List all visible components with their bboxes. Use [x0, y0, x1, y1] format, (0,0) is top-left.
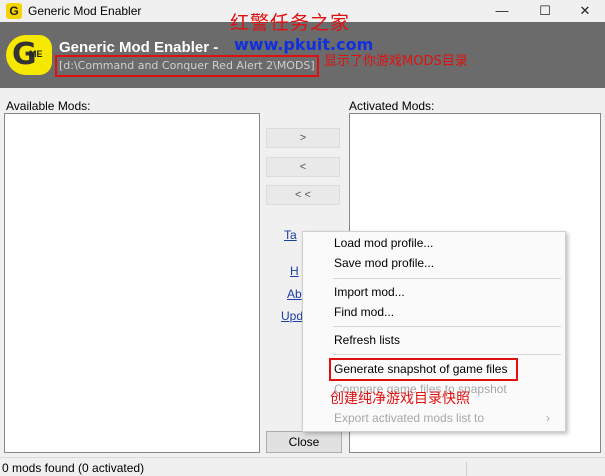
mods-dir-annotation: 显示了你游戏MODS目录	[324, 54, 468, 69]
activated-mods-label: Activated Mods:	[349, 99, 435, 113]
help-link[interactable]: H	[290, 264, 299, 278]
snapshot-annotation: 创建纯净游戏目录快照	[330, 391, 470, 407]
menu-find-mod[interactable]: Find mod...	[304, 302, 564, 322]
close-window-button[interactable]: ✕	[565, 0, 605, 22]
gme-logo: G ME	[6, 35, 52, 75]
app-name: Generic Mod Enabler -	[59, 39, 219, 56]
menu-export-label: Export activated mods list to	[334, 411, 485, 425]
tools-link[interactable]: Ta	[284, 228, 297, 242]
about-link[interactable]: Ab	[287, 287, 302, 301]
deactivate-mod-button[interactable]: <	[266, 157, 340, 177]
logo-sub: ME	[29, 49, 43, 59]
menu-separator	[333, 354, 561, 355]
minimize-button[interactable]: —	[482, 0, 522, 22]
close-button[interactable]: Close	[266, 431, 342, 453]
status-bar-panel	[466, 462, 605, 476]
path-highlight-box	[55, 55, 319, 77]
menu-refresh-lists[interactable]: Refresh lists	[304, 330, 564, 350]
update-link[interactable]: Upd	[281, 309, 303, 323]
watermark-site-title: 红警任务之家	[230, 12, 351, 34]
snapshot-highlight-box	[329, 358, 518, 381]
submenu-arrow-icon: ›	[546, 411, 550, 425]
app-icon: G	[6, 3, 22, 19]
available-mods-label: Available Mods:	[6, 99, 91, 113]
window-title: Generic Mod Enabler	[28, 4, 142, 18]
menu-separator	[333, 326, 561, 327]
maximize-button[interactable]: ☐	[525, 0, 565, 22]
status-text: 0 mods found (0 activated)	[2, 461, 145, 475]
deactivate-all-button[interactable]: < <	[266, 185, 340, 205]
menu-import-mod[interactable]: Import mod...	[304, 282, 564, 302]
menu-save-profile[interactable]: Save mod profile...	[304, 253, 564, 273]
menu-export-activated: Export activated mods list to ›	[304, 408, 564, 428]
menu-load-profile[interactable]: Load mod profile...	[304, 233, 564, 253]
activate-mod-button[interactable]: >	[266, 128, 340, 148]
available-mods-list[interactable]	[4, 113, 260, 453]
menu-separator	[333, 278, 561, 279]
